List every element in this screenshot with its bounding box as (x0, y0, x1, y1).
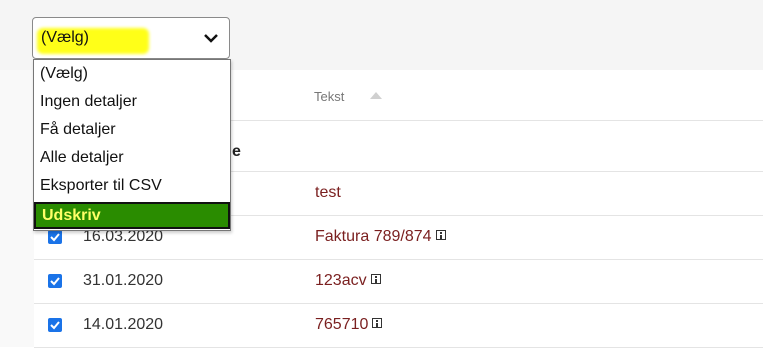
info-icon[interactable] (372, 317, 383, 328)
row-date: 14.01.2020 (83, 316, 164, 333)
row-checkbox[interactable] (48, 230, 62, 244)
option-print[interactable]: Udskriv (34, 202, 230, 229)
info-icon[interactable] (370, 273, 381, 284)
row-text-link[interactable]: 765710 (315, 316, 383, 334)
option-no-details[interactable]: Ingen detaljer (34, 88, 230, 115)
chevron-down-icon (204, 34, 218, 43)
row-checkbox[interactable] (48, 318, 62, 332)
table-row[interactable]: 14.01.2020 765710 (34, 304, 763, 348)
option-all-details[interactable]: Alle detaljer (34, 144, 230, 171)
view-select[interactable]: (Vælg) (32, 17, 230, 59)
column-header-tekst[interactable]: Tekst (314, 89, 344, 104)
option-choose[interactable]: (Vælg) (34, 60, 230, 87)
row-text-link[interactable]: 123acv (315, 272, 381, 290)
row-date: 31.01.2020 (83, 272, 164, 289)
group-label: e (232, 143, 241, 160)
check-icon (50, 233, 60, 242)
table-row[interactable]: 31.01.2020 123acv (34, 260, 763, 304)
option-export-csv[interactable]: Eksporter til CSV (34, 172, 230, 199)
select-value: (Vælg) (41, 29, 90, 46)
row-text-link[interactable]: Faktura 789/874 (315, 228, 446, 246)
select-dropdown-list: (Vælg) Ingen detaljer Få detaljer Alle d… (33, 59, 231, 231)
row-checkbox[interactable] (48, 274, 62, 288)
check-icon (50, 277, 60, 286)
option-few-details[interactable]: Få detaljer (34, 116, 230, 143)
page-panel: (Vælg) Tekst e test 16.03.2020 Faktura 7… (0, 0, 763, 348)
info-icon[interactable] (435, 229, 446, 240)
row-text-link[interactable]: test (315, 184, 341, 202)
check-icon (50, 321, 60, 330)
sort-ascending-icon[interactable] (368, 90, 384, 100)
